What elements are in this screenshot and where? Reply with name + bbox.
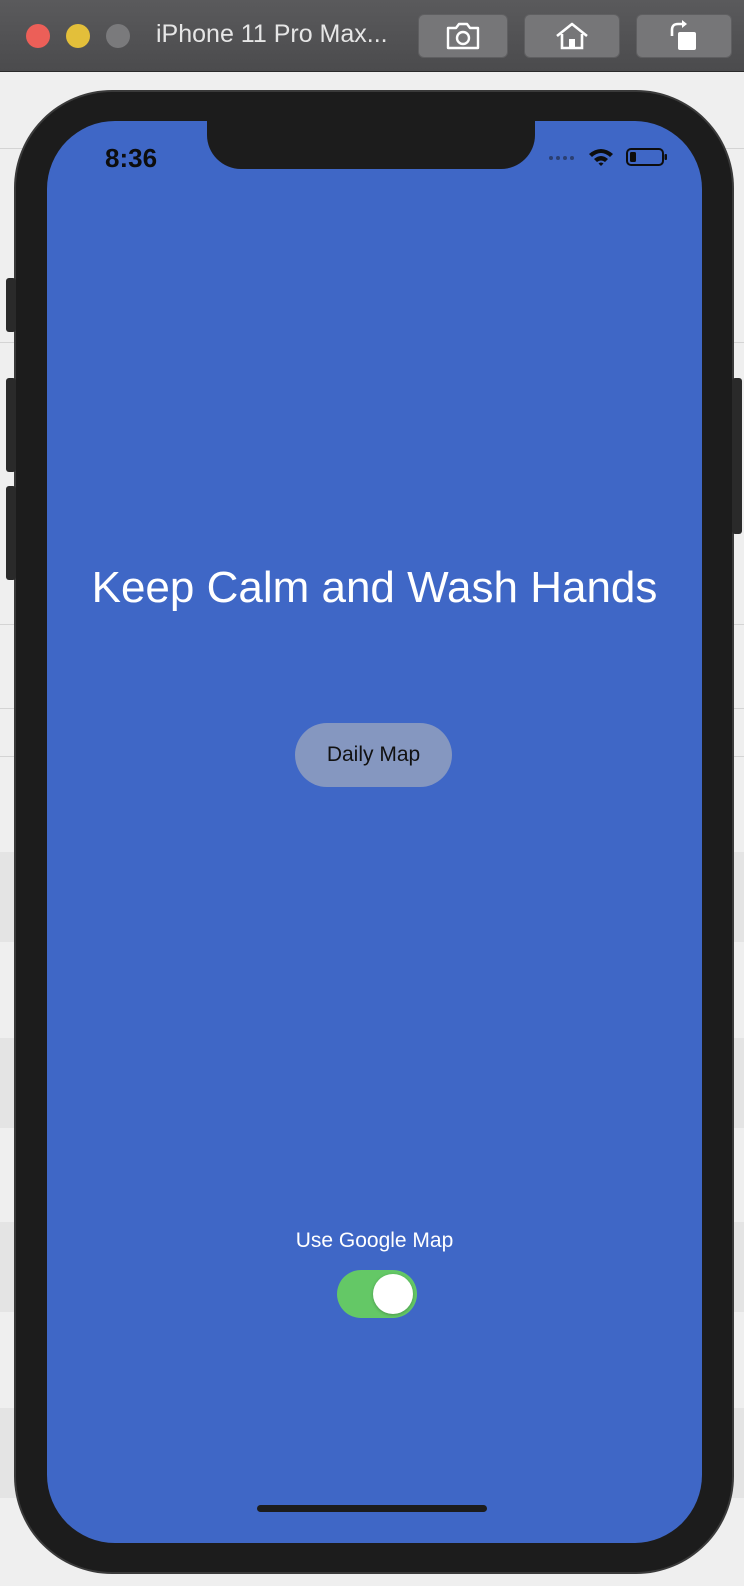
rotate-button[interactable] [636,14,732,58]
screenshot-button[interactable] [418,14,508,58]
rotate-icon [670,20,696,50]
cellular-signal-icon [549,156,574,160]
camera-icon [446,22,480,50]
window-titlebar: iPhone 11 Pro Max... [0,0,744,72]
volume-down-button [6,486,16,580]
power-button [732,378,742,534]
status-time: 8:36 [105,143,158,173]
home-indicator[interactable] [257,1505,487,1512]
wifi-icon [589,149,613,166]
google-map-toggle[interactable] [337,1270,417,1318]
home-button[interactable] [524,14,620,58]
toggle-knob [373,1274,413,1314]
zoom-window-button[interactable] [106,24,130,48]
daily-map-button[interactable]: Daily Map [295,723,452,787]
window-title: iPhone 11 Pro Max... [156,20,388,48]
device-notch [207,121,535,169]
volume-up-button [6,378,16,472]
headline-text: Keep Calm and Wash Hands [91,563,658,612]
home-icon [556,22,588,50]
close-window-button[interactable] [26,24,50,48]
app-screen: 8:36 Keep Calm and Wash Hands Daily Map … [47,121,702,1543]
silent-switch [6,278,16,332]
status-icons [548,147,668,167]
google-map-toggle-label: Use Google Map [295,1229,454,1252]
battery-icon [626,148,667,166]
minimize-window-button[interactable] [66,24,90,48]
simulator-window: iPhone 11 Pro Max... 8:36 Keep Calm and … [0,0,744,1586]
